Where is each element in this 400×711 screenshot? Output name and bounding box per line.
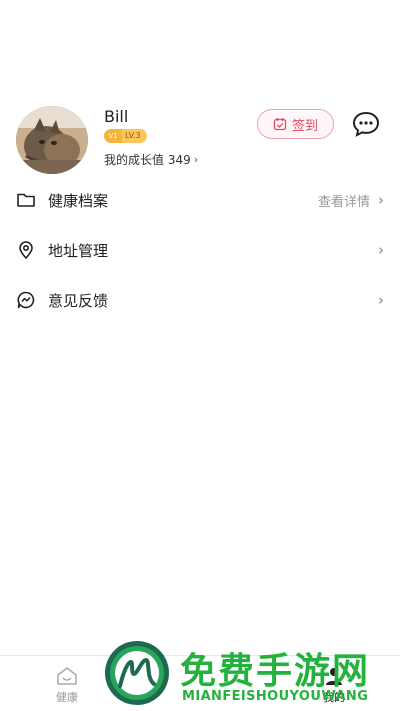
- profile-header: Bill V1 LV.3 我的成长值 349 › 签到: [0, 100, 400, 180]
- chevron-right-icon: ›: [378, 241, 384, 259]
- avatar-cat-photo: [16, 106, 88, 174]
- chevron-right-icon: ›: [193, 153, 199, 166]
- bottom-tab-bar: 健康 我的: [0, 655, 400, 711]
- chevron-right-icon: ›: [378, 191, 384, 209]
- view-details-text: 查看详情: [317, 194, 370, 210]
- level-badge: LV.3: [122, 129, 147, 143]
- menu-item-right: 查看详情 ›: [318, 175, 384, 225]
- growth-value-link[interactable]: 我的成长值 349 ›: [104, 151, 198, 168]
- checkin-label: 签到: [291, 118, 318, 134]
- vip-badge: V1: [104, 129, 122, 143]
- menu-item-right: ›: [370, 275, 384, 325]
- tab-mine[interactable]: 我的: [304, 666, 364, 705]
- location-pin-icon: [16, 240, 36, 260]
- chevron-right-icon: ›: [378, 291, 384, 309]
- message-icon[interactable]: [352, 111, 380, 137]
- menu-item-address-management[interactable]: 地址管理 ›: [0, 225, 400, 275]
- member-badges: V1 LV.3: [104, 128, 147, 144]
- menu-item-health-records[interactable]: 健康档案 查看详情 ›: [0, 175, 400, 225]
- tab-label: 健康: [56, 691, 78, 704]
- growth-value-label: 我的成长值 349: [104, 153, 191, 167]
- folder-icon: [16, 190, 36, 210]
- settings-menu: 健康档案 查看详情 › 地址管理 › 意见反馈 ›: [0, 175, 400, 325]
- avatar[interactable]: [16, 106, 88, 174]
- menu-item-right: ›: [370, 225, 384, 275]
- menu-item-feedback[interactable]: 意见反馈 ›: [0, 275, 400, 325]
- person-icon: [326, 668, 342, 685]
- feedback-icon: [16, 290, 36, 310]
- username: Bill: [104, 107, 129, 126]
- calendar-check-icon: [273, 118, 287, 131]
- checkin-button[interactable]: 签到: [257, 109, 334, 139]
- health-icon: [57, 667, 77, 685]
- menu-item-label: 意见反馈: [48, 291, 109, 310]
- menu-item-label: 地址管理: [48, 241, 109, 260]
- menu-item-label: 健康档案: [48, 191, 109, 210]
- tab-label: 我的: [323, 691, 345, 704]
- tab-health[interactable]: 健康: [37, 666, 97, 705]
